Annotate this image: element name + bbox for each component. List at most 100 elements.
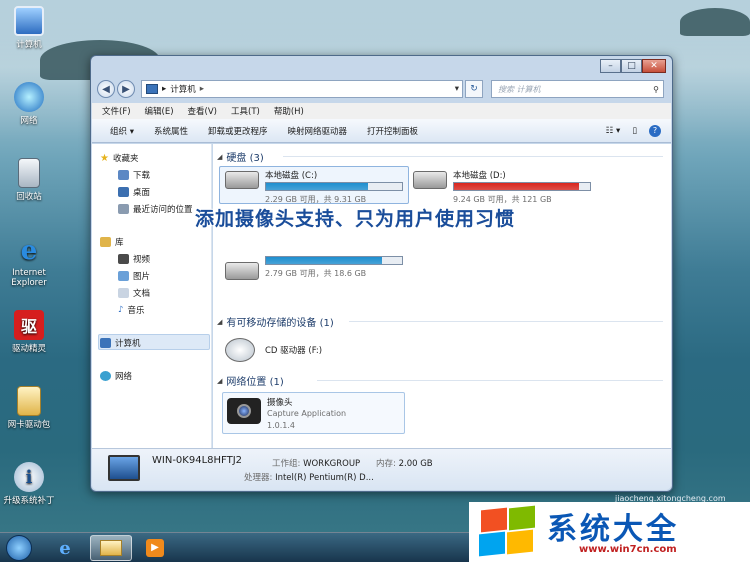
ie-icon: e: [20, 236, 38, 266]
group-divider: [349, 321, 663, 322]
group-divider: [317, 380, 663, 381]
nav-label: 库: [115, 238, 124, 248]
picture-icon: [118, 271, 129, 281]
back-button[interactable]: ◀: [97, 80, 115, 98]
desktop-icon-label: 驱动精灵: [11, 344, 46, 354]
menu-help[interactable]: 帮助(H): [274, 105, 304, 117]
search-placeholder: 搜索 计算机: [498, 84, 541, 94]
cpu-label: 处理器:: [244, 473, 273, 483]
group-header-hdd[interactable]: ◢ 硬盘 (3): [217, 149, 264, 165]
nav-label: 计算机: [115, 339, 141, 349]
cpu-info: 处理器: Intel(R) Pentium(R) D...: [244, 471, 374, 483]
camera-name: 摄像头: [267, 398, 293, 408]
group-divider: [283, 156, 663, 157]
preview-pane-icon[interactable]: ▯: [632, 126, 637, 136]
nav-downloads[interactable]: 下载: [118, 169, 150, 181]
star-icon: ★: [100, 152, 109, 164]
music-icon: ♪: [118, 305, 124, 315]
desktop-icon-recycle-bin[interactable]: 回收站: [0, 158, 58, 202]
nav-network[interactable]: 网络: [100, 370, 132, 382]
group-header-network[interactable]: ◢ 网络位置 (1): [217, 373, 284, 389]
hard-drive-icon: [225, 171, 259, 189]
flag-blue: [479, 531, 505, 557]
drive-usage-fill: [454, 183, 580, 190]
breadcrumb-arrow[interactable]: ▸: [200, 84, 204, 94]
desktop-icon-patch[interactable]: i 升级系统补丁: [0, 462, 58, 506]
close-button[interactable]: ✕: [642, 59, 666, 73]
drive-usage-bar: [453, 182, 591, 191]
computer-icon: [108, 455, 140, 481]
drive-name: 本地磁盘 (D:): [453, 171, 506, 181]
hard-drive-icon: [225, 262, 259, 280]
hard-drive-icon: [413, 171, 447, 189]
nav-music[interactable]: ♪ 音乐: [118, 304, 144, 316]
nav-computer[interactable]: 计算机: [100, 337, 141, 349]
group-header-removable[interactable]: ◢ 有可移动存储的设备 (1): [217, 314, 334, 330]
desktop-icon: [118, 187, 129, 197]
forward-button[interactable]: ▶: [117, 80, 135, 98]
memory-label: 内存:: [376, 459, 396, 469]
breadcrumb-computer[interactable]: 计算机: [170, 83, 196, 95]
nav-recent-places[interactable]: 最近访问的位置: [118, 203, 193, 215]
nav-documents[interactable]: 文档: [118, 287, 150, 299]
nav-pictures[interactable]: 图片: [118, 270, 150, 282]
start-button[interactable]: [6, 535, 32, 561]
address-row: ◀ ▶ ▸ 计算机 ▸ ▾ ↻ 搜索 计算机 ⚲: [97, 78, 664, 100]
desktop-icon-computer[interactable]: 计算机: [0, 6, 58, 50]
command-bar: 组织 ▾ 系统属性 卸载或更改程序 映射网络驱动器 打开控制面板 ☷ ▾ ▯ ?: [92, 119, 671, 143]
menu-view[interactable]: 查看(V): [188, 105, 217, 117]
media-player-icon: ▶: [146, 539, 164, 557]
search-input[interactable]: 搜索 计算机 ⚲: [491, 80, 664, 98]
desktop-icon-network[interactable]: 网络: [0, 82, 58, 126]
menu-file[interactable]: 文件(F): [102, 105, 131, 117]
camera-icon: [227, 398, 261, 424]
nav-desktop[interactable]: 桌面: [118, 186, 150, 198]
desktop-icon-nic-drivers[interactable]: 网卡驱动包: [0, 386, 58, 430]
desktop-icon-ie[interactable]: e Internet Explorer: [0, 236, 58, 288]
group-title: 网络位置 (1): [226, 377, 284, 388]
desktop-icon-driver-genius[interactable]: 驱 驱动精灵: [0, 310, 58, 354]
desktop-icon-label: Internet Explorer: [11, 268, 47, 288]
title-bar[interactable]: – □ ✕: [91, 56, 672, 76]
view-options-icon[interactable]: ☷ ▾: [606, 126, 621, 136]
flag-red: [481, 507, 507, 533]
ie-icon: e: [59, 537, 71, 559]
camera-item[interactable]: 摄像头 Capture Application 1.0.1.4: [222, 392, 405, 434]
organize-button[interactable]: 组织 ▾: [110, 125, 134, 137]
menu-tools[interactable]: 工具(T): [231, 105, 260, 117]
search-icon[interactable]: ⚲: [653, 85, 659, 94]
open-control-panel-button[interactable]: 打开控制面板: [367, 125, 418, 137]
nav-favorites[interactable]: ★ 收藏夹: [100, 152, 138, 165]
address-dropdown-icon[interactable]: ▾: [455, 84, 459, 94]
logo-title: 系统大全: [547, 512, 679, 547]
drive-usage-fill: [266, 257, 382, 264]
download-icon: [118, 170, 129, 180]
document-icon: [118, 288, 129, 298]
windows-flag-icon: [477, 505, 535, 557]
map-network-drive-button[interactable]: 映射网络驱动器: [288, 125, 348, 137]
workgroup-label: 工作组:: [272, 459, 301, 469]
nav-videos[interactable]: 视频: [118, 253, 150, 265]
taskbar-ie[interactable]: e: [44, 535, 86, 561]
details-pane: WIN-0K94L8HFTJ2 工作组: WORKGROUP 内存: 2.00 …: [92, 448, 671, 490]
uninstall-program-button[interactable]: 卸载或更改程序: [208, 125, 268, 137]
info-icon: i: [14, 462, 44, 492]
maximize-button[interactable]: □: [621, 59, 642, 73]
menu-edit[interactable]: 编辑(E): [145, 105, 174, 117]
drive-usage-bar: [265, 182, 403, 191]
nav-library[interactable]: 库: [100, 236, 124, 248]
system-properties-button[interactable]: 系统属性: [154, 125, 188, 137]
drive-usage-fill: [266, 183, 368, 190]
address-bar[interactable]: ▸ 计算机 ▸ ▾: [141, 80, 463, 98]
taskbar-media-player[interactable]: ▶: [134, 535, 176, 561]
folder-icon: [17, 386, 41, 416]
refresh-button[interactable]: ↻: [465, 80, 483, 98]
drive-name: CD 驱动器 (F:): [265, 346, 323, 356]
flag-yellow: [507, 529, 533, 555]
help-icon[interactable]: ?: [649, 124, 661, 137]
video-icon: [118, 254, 129, 264]
memory-info: 内存: 2.00 GB: [376, 457, 433, 469]
cd-drive-icon: [225, 338, 255, 362]
minimize-button[interactable]: –: [600, 59, 621, 73]
taskbar-explorer[interactable]: [90, 535, 132, 561]
